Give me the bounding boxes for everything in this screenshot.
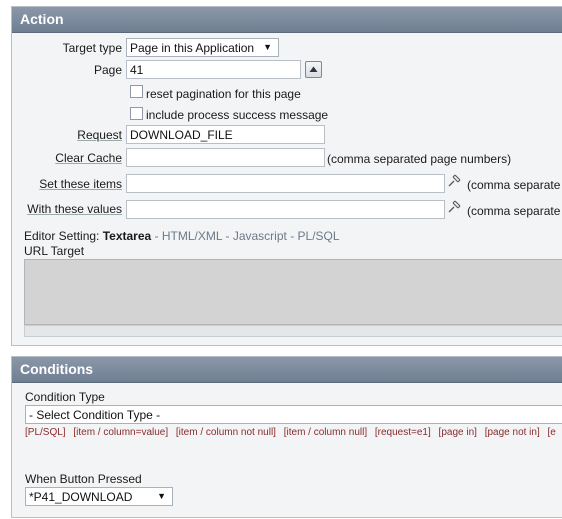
with-values-input[interactable] — [126, 200, 445, 219]
condition-shortcut-page-not-in[interactable]: [page not in] — [485, 427, 540, 438]
button-pressed-value: *P41_DOWNLOAD — [29, 490, 133, 504]
editor-option-plsql[interactable]: PL/SQL — [298, 229, 340, 243]
condition-shortcut-plsql[interactable]: [PL/SQL] — [25, 427, 66, 438]
chevron-down-icon: ▼ — [263, 42, 272, 52]
editor-option-htmlxml[interactable]: HTML/XML — [162, 229, 222, 243]
chevron-down-icon: ▼ — [157, 491, 166, 501]
pin-icon[interactable] — [447, 172, 463, 188]
editor-sep: - — [225, 229, 230, 243]
editor-sep: - — [154, 229, 159, 243]
conditions-panel-header: Conditions — [12, 357, 562, 383]
condition-shortcut-item-not-null[interactable]: [item / column not null] — [176, 427, 276, 438]
editor-option-javascript[interactable]: Javascript — [233, 229, 287, 243]
with-values-hint: (comma separate — [467, 204, 561, 218]
condition-shortcut-page-in[interactable]: [page in] — [439, 427, 477, 438]
condition-shortcut-item-equals[interactable]: [item / column=value] — [73, 427, 168, 438]
condition-type-value: - Select Condition Type - — [29, 408, 161, 422]
condition-type-label: Condition Type — [25, 390, 105, 404]
target-type-value: Page in this Application — [130, 41, 255, 55]
editor-setting-prefix: Editor Setting: — [24, 229, 100, 243]
condition-shortcut-item-null[interactable]: [item / column null] — [284, 427, 367, 438]
include-success-checkbox[interactable] — [130, 107, 143, 120]
request-input[interactable]: DOWNLOAD_FILE — [126, 125, 325, 144]
condition-shortcuts: [PL/SQL] [item / column=value] [item / c… — [25, 427, 561, 438]
condition-shortcut-request[interactable]: [request=e1] — [375, 427, 431, 438]
set-items-hint: (comma separate — [467, 178, 561, 192]
clear-cache-label: Clear Cache — [55, 151, 122, 165]
button-pressed-label: When Button Pressed — [25, 472, 142, 486]
condition-type-select[interactable]: - Select Condition Type - — [25, 405, 562, 424]
clear-cache-input[interactable] — [126, 148, 325, 167]
url-target-resize-bar[interactable] — [24, 325, 562, 337]
page-label: Page — [93, 63, 122, 77]
reset-pagination-label: reset pagination for this page — [146, 87, 301, 101]
editor-setting-row: Editor Setting: Textarea - HTML/XML - Ja… — [24, 229, 340, 243]
reset-pagination-checkbox[interactable] — [130, 85, 143, 98]
with-values-label: With these values — [27, 202, 122, 216]
target-type-label: Target type — [62, 41, 122, 55]
page-input[interactable]: 41 — [126, 60, 301, 79]
arrow-up-icon[interactable] — [305, 61, 322, 78]
set-items-input[interactable] — [126, 174, 445, 193]
clear-cache-hint: (comma separated page numbers) — [327, 152, 512, 166]
editor-sep: - — [290, 229, 295, 243]
action-panel-header: Action — [12, 7, 562, 33]
editor-current: Textarea — [102, 229, 152, 243]
set-items-label: Set these items — [39, 177, 122, 191]
condition-shortcut-more[interactable]: [e — [548, 427, 556, 438]
button-pressed-select[interactable]: *P41_DOWNLOAD ▼ — [25, 487, 173, 506]
conditions-panel: Conditions Condition Type - Select Condi… — [11, 356, 562, 518]
target-type-select[interactable]: Page in this Application ▼ — [126, 38, 279, 57]
url-target-textarea[interactable] — [24, 259, 562, 325]
action-panel: Action Target type Page in this Applicat… — [11, 6, 562, 346]
include-success-label: include process success message — [146, 108, 329, 122]
pin-icon[interactable] — [447, 198, 463, 214]
url-target-label: URL Target — [24, 244, 85, 258]
request-label: Request — [77, 128, 122, 142]
